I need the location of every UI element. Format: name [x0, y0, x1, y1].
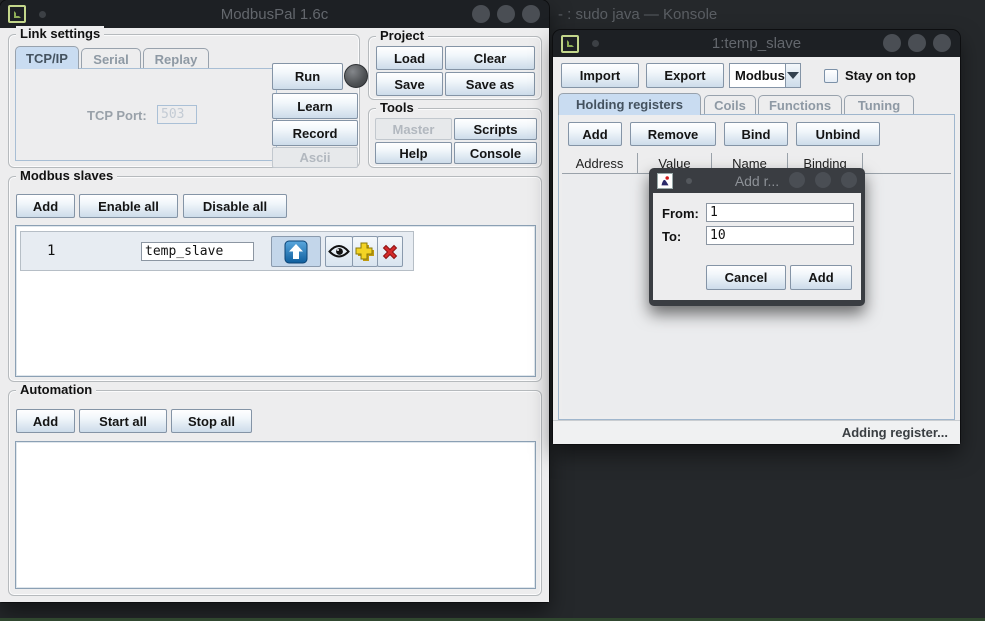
status-bar: Adding register...: [553, 420, 960, 444]
slave-row: 1: [20, 231, 414, 271]
maximize-button[interactable]: [908, 34, 926, 52]
slave-delete-button[interactable]: [377, 236, 403, 267]
close-button[interactable]: [522, 5, 540, 23]
to-field[interactable]: [706, 226, 854, 245]
slave-add-button[interactable]: Add: [16, 194, 75, 218]
tab-tcpip[interactable]: TCP/IP: [15, 46, 79, 69]
tcp-port-label: TCP Port:: [87, 108, 147, 123]
start-all-button[interactable]: Start all: [79, 409, 167, 433]
cancel-button[interactable]: Cancel: [706, 265, 786, 290]
tcp-port-field: [157, 105, 197, 124]
app-icon: [8, 5, 26, 23]
close-button[interactable]: [933, 34, 951, 52]
minimize-button[interactable]: [883, 34, 901, 52]
slave-list: 1: [15, 225, 536, 377]
modbus-slaves-title: Modbus slaves: [16, 168, 117, 183]
project-group: Project Load Clear Save Save as: [368, 36, 542, 100]
run-button[interactable]: Run: [272, 63, 343, 90]
minimize-button[interactable]: [472, 5, 490, 23]
help-button[interactable]: Help: [375, 142, 452, 164]
close-button[interactable]: [841, 172, 857, 188]
link-settings-group: Link settings TCP/IP Serial Replay TCP P…: [8, 34, 360, 168]
to-label: To:: [662, 229, 681, 244]
titlebar-dot: [39, 11, 46, 18]
export-button[interactable]: Export: [646, 63, 724, 88]
enable-all-button[interactable]: Enable all: [79, 194, 178, 218]
desktop: - : sudo java — Konsole ModbusPal 1.6c L…: [0, 0, 985, 621]
window-title: ModbusPal 1.6c: [0, 6, 549, 23]
automation-add-button[interactable]: Add: [16, 409, 75, 433]
record-button[interactable]: Record: [272, 120, 358, 146]
from-label: From:: [662, 206, 699, 221]
tab-serial[interactable]: Serial: [81, 48, 141, 69]
header-empty: [863, 153, 951, 173]
tab-functions[interactable]: Functions: [758, 95, 842, 115]
maximize-button[interactable]: [815, 172, 831, 188]
tools-group: Tools Master Scripts Help Console: [368, 108, 542, 168]
stay-on-top-checkbox[interactable]: [824, 69, 838, 83]
modbus-combo[interactable]: Modbus: [729, 63, 801, 88]
minimize-button[interactable]: [789, 172, 805, 188]
tools-title: Tools: [376, 100, 418, 115]
register-bind-button[interactable]: Bind: [724, 122, 788, 146]
run-led-indicator: [344, 64, 368, 88]
stay-on-top-label: Stay on top: [845, 68, 916, 83]
register-remove-button[interactable]: Remove: [630, 122, 716, 146]
status-text: Adding register...: [842, 425, 948, 440]
tab-replay[interactable]: Replay: [143, 48, 209, 69]
disable-all-button[interactable]: Disable all: [183, 194, 287, 218]
automation-title: Automation: [16, 382, 96, 397]
import-button[interactable]: Import: [561, 63, 639, 88]
slave-show-button[interactable]: [325, 236, 353, 267]
modbus-slaves-group: Modbus slaves Add Enable all Disable all…: [8, 176, 542, 382]
slave-name-field[interactable]: [141, 242, 254, 261]
console-button[interactable]: Console: [454, 142, 537, 164]
ascii-button: Ascii: [272, 147, 358, 168]
dialog-add-button[interactable]: Add: [790, 265, 852, 290]
tab-tuning[interactable]: Tuning: [844, 95, 914, 115]
automation-group: Automation Add Start all Stop all: [8, 390, 542, 596]
stop-all-button[interactable]: Stop all: [171, 409, 252, 433]
automation-list: [15, 441, 536, 589]
chevron-down-icon: [787, 72, 799, 79]
modbuspal-window: ModbusPal 1.6c Link settings TCP/IP Seri…: [0, 0, 549, 602]
register-add-button[interactable]: Add: [568, 122, 622, 146]
up-arrow-icon: [284, 240, 308, 264]
scripts-button[interactable]: Scripts: [454, 118, 537, 140]
add-register-dialog: Add r... From: To: Cancel Add: [649, 168, 865, 306]
learn-button[interactable]: Learn: [272, 93, 358, 119]
dialog-titlebar[interactable]: Add r...: [649, 168, 865, 193]
save-button[interactable]: Save: [376, 72, 443, 96]
save-as-button[interactable]: Save as: [445, 72, 535, 96]
titlebar-dot: [592, 40, 599, 47]
dialog-body: From: To: Cancel Add: [653, 193, 861, 300]
master-button: Master: [375, 118, 452, 140]
x-icon: [380, 242, 400, 262]
register-unbind-button[interactable]: Unbind: [796, 122, 880, 146]
tab-holding-registers[interactable]: Holding registers: [558, 93, 701, 115]
plus-icon: [354, 241, 376, 263]
modbuspal-titlebar[interactable]: ModbusPal 1.6c: [0, 0, 549, 28]
project-title: Project: [376, 28, 428, 43]
app-icon: [561, 35, 579, 53]
tab-coils[interactable]: Coils: [704, 95, 756, 115]
temp-slave-titlebar[interactable]: 1:temp_slave: [553, 30, 960, 57]
konsole-window-title: - : sudo java — Konsole: [558, 6, 717, 23]
load-button[interactable]: Load: [376, 46, 443, 70]
eye-icon: [328, 244, 350, 259]
modbuspal-content: Link settings TCP/IP Serial Replay TCP P…: [0, 28, 549, 602]
combo-value: Modbus: [730, 64, 785, 87]
header-address: Address: [562, 153, 638, 173]
from-field[interactable]: [706, 203, 854, 222]
combo-arrow-button[interactable]: [785, 64, 800, 87]
clear-button[interactable]: Clear: [445, 46, 535, 70]
slave-duplicate-button[interactable]: [352, 236, 378, 267]
slave-enable-toggle[interactable]: [271, 236, 321, 267]
slave-id: 1: [47, 243, 55, 259]
maximize-button[interactable]: [497, 5, 515, 23]
link-settings-title: Link settings: [16, 26, 104, 41]
